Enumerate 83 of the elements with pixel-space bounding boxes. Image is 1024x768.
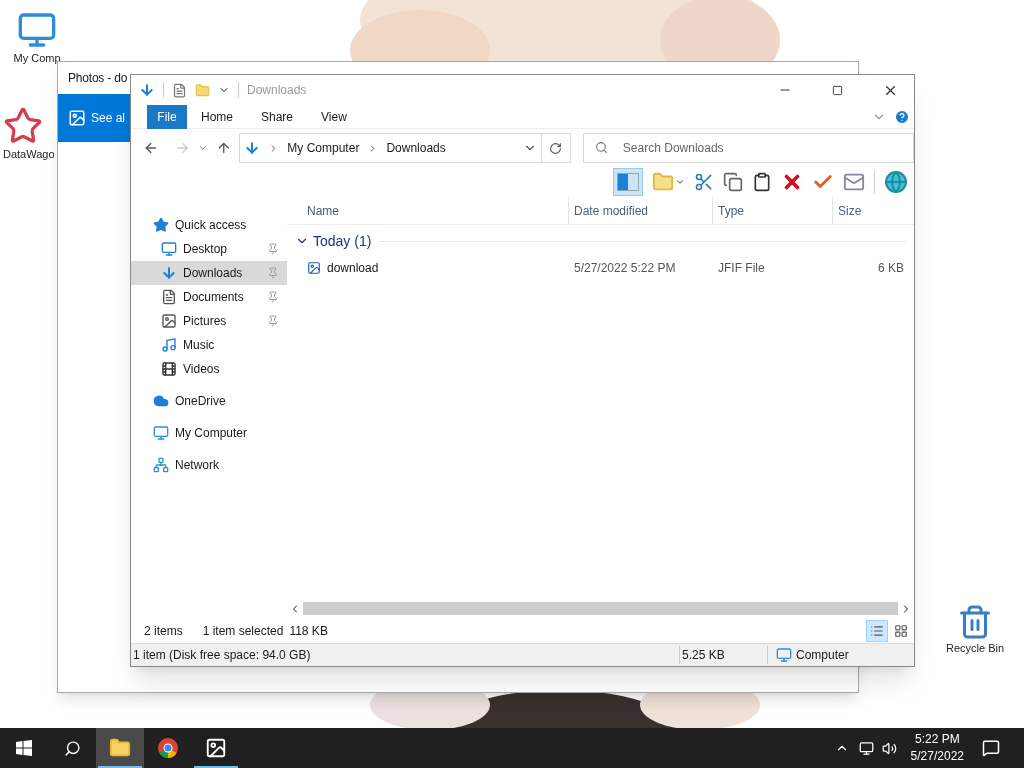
file-row[interactable]: download 5/27/2022 5:22 PM JFIF File 6 KB [287, 257, 914, 279]
refresh-icon[interactable] [549, 141, 563, 155]
image-file-icon [307, 261, 321, 275]
desktop-icon-label[interactable]: My Comp [13, 50, 61, 67]
details-view-button[interactable] [866, 620, 888, 642]
download-icon [244, 140, 261, 156]
monitor-icon [776, 647, 792, 663]
monitor-icon [153, 425, 169, 441]
nav-item[interactable]: My Computer [131, 421, 287, 445]
nav-item[interactable]: Pictures [131, 309, 287, 333]
nav-item[interactable]: Music [131, 333, 287, 357]
film-icon [161, 361, 177, 377]
search-field[interactable]: Search Downloads [582, 133, 915, 163]
list-icon [870, 624, 884, 638]
selection-size: 118 KB [289, 623, 328, 640]
caret-icon[interactable] [675, 177, 685, 187]
help-icon[interactable] [894, 108, 910, 125]
group-header[interactable]: Today (1) [313, 230, 372, 252]
cloud-icon [153, 393, 169, 409]
nav-item[interactable]: Desktop [131, 237, 287, 261]
globe-icon[interactable] [884, 170, 908, 194]
disk-info: 1 item (Disk free space: 94.0 GB) [133, 647, 312, 664]
maximize-icon[interactable] [832, 84, 843, 96]
ribbon-tab[interactable]: Share [247, 104, 308, 129]
preview-pane-button[interactable] [613, 168, 643, 196]
document-icon [161, 289, 177, 305]
item-count: 2 items [144, 623, 183, 640]
nav-item[interactable]: Downloads [131, 261, 287, 285]
clock-time: 5:22 PM [914, 731, 960, 748]
window-title: Downloads [247, 82, 307, 99]
music-icon [161, 337, 177, 353]
star-icon [3, 106, 43, 146]
file-size: 6 KB [877, 260, 904, 277]
folder-icon [109, 737, 131, 759]
picture-icon [205, 737, 227, 759]
grid-icon [894, 624, 908, 638]
address-bar[interactable]: My Computer Downloads [239, 133, 542, 163]
ribbon-tab[interactable]: View [307, 104, 361, 129]
notifications-icon[interactable] [982, 739, 1000, 757]
windows-icon [16, 740, 32, 756]
file-type: JFIF File [717, 260, 766, 277]
address-segment[interactable]: My Computer [287, 139, 360, 157]
column-header[interactable]: Date modified [568, 197, 712, 224]
clipboard-icon[interactable] [752, 172, 772, 192]
nav-item[interactable]: Quick access [131, 213, 287, 237]
trash-icon [957, 604, 993, 640]
file-name: download [327, 260, 379, 277]
monitor-icon [17, 10, 57, 50]
search-icon [594, 141, 608, 154]
clock[interactable]: 5:22 PM 5/27/2022 [910, 731, 964, 765]
picture-icon [68, 109, 86, 127]
size-info: 5.25 KB [679, 646, 767, 664]
desktop-icon-label[interactable]: DataWago [3, 146, 55, 163]
nav-item[interactable]: OneDrive [131, 389, 287, 413]
clock-date: 5/27/2022 [910, 748, 964, 765]
envelope-icon[interactable] [843, 171, 865, 193]
ribbon-tab[interactable]: Home [187, 104, 247, 129]
volume-icon[interactable] [881, 740, 897, 756]
star-icon [153, 217, 169, 233]
nav-item[interactable]: Network [131, 453, 287, 477]
chrome-icon [157, 737, 179, 759]
column-header[interactable]: Type [712, 197, 832, 224]
nav-item[interactable]: Documents [131, 285, 287, 309]
copy-icon[interactable] [723, 172, 743, 192]
window-title: Photos - do [68, 70, 128, 87]
column-header[interactable]: Name [307, 201, 568, 220]
monitor-icon [161, 241, 177, 257]
download-icon [139, 82, 155, 98]
desktop-icon-label[interactable]: Recycle Bin [945, 640, 1005, 657]
back-icon[interactable] [143, 140, 159, 156]
location-info: Computer [796, 647, 849, 664]
address-segment[interactable]: Downloads [386, 139, 446, 157]
file-tab[interactable]: File [147, 104, 187, 129]
see-all-button[interactable]: See al [58, 94, 130, 142]
column-header[interactable]: Size [832, 197, 912, 224]
file-date: 5/27/2022 5:22 PM [573, 260, 677, 277]
download-icon [161, 265, 177, 281]
scissors-icon[interactable] [694, 172, 714, 192]
nav-item[interactable]: Videos [131, 357, 287, 381]
picture-icon [161, 313, 177, 329]
taskbar-app[interactable] [96, 728, 144, 768]
selection-count: 1 item selected [202, 623, 284, 640]
search-icon [63, 739, 81, 757]
